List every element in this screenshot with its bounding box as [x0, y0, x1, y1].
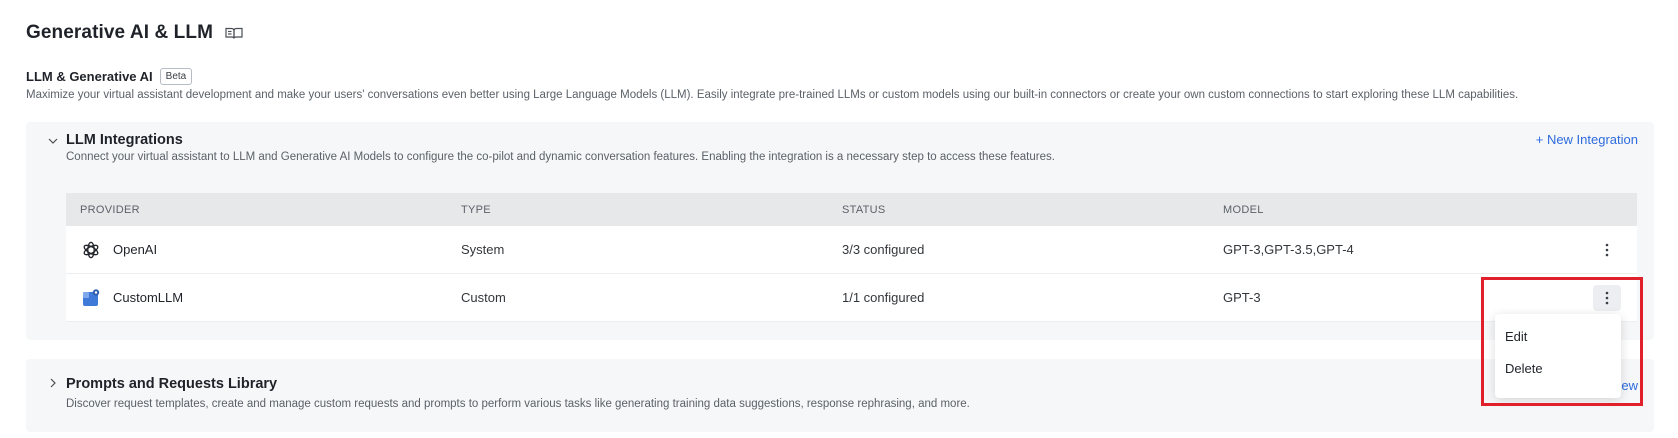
beta-badge: Beta: [159, 68, 193, 85]
model-cell: GPT-3: [1223, 290, 1261, 305]
llm-integrations-title[interactable]: LLM Integrations: [66, 132, 183, 148]
more-vertical-icon: [1605, 243, 1609, 256]
prompts-library-description: Discover request templates, create and m…: [66, 398, 970, 410]
chevron-down-icon[interactable]: [48, 136, 58, 146]
status-cell: 3/3 configured: [842, 242, 925, 257]
llm-integrations-description: Connect your virtual assistant to LLM an…: [66, 151, 1055, 163]
provider-cell: OpenAI: [80, 239, 157, 261]
integrations-table: PROVIDER TYPE STATUS MODEL OpenAI System…: [66, 193, 1637, 322]
openai-logo-icon: [80, 239, 102, 261]
highlight-box: [1481, 277, 1643, 406]
column-header-status: STATUS: [842, 203, 886, 216]
status-cell: 1/1 configured: [842, 290, 925, 305]
column-header-provider: PROVIDER: [80, 203, 140, 216]
column-header-type: TYPE: [461, 203, 491, 216]
provider-name: CustomLLM: [113, 290, 184, 305]
prompts-library-title[interactable]: Prompts and Requests Library: [66, 376, 277, 392]
custom-llm-icon: [80, 287, 102, 309]
model-cell: GPT-3,GPT-3.5,GPT-4: [1223, 242, 1354, 257]
llm-integrations-panel: LLM Integrations Connect your virtual as…: [26, 122, 1654, 340]
section-header: LLM & Generative AI Beta: [26, 68, 193, 85]
table-header: PROVIDER TYPE STATUS MODEL: [66, 193, 1637, 226]
table-row[interactable]: CustomLLM Custom 1/1 configured GPT-3: [66, 274, 1637, 322]
page-header: Generative AI & LLM: [26, 22, 243, 44]
type-cell: System: [461, 242, 505, 257]
book-open-icon[interactable]: [225, 26, 243, 40]
type-cell: Custom: [461, 290, 506, 305]
new-integration-link[interactable]: + New Integration: [1536, 132, 1638, 147]
row-actions-button[interactable]: [1593, 237, 1621, 263]
table-row[interactable]: OpenAI System 3/3 configured GPT-3,GPT-3…: [66, 226, 1637, 274]
provider-name: OpenAI: [113, 242, 158, 257]
prompts-library-panel: Prompts and Requests Library Discover re…: [26, 359, 1654, 432]
column-header-model: MODEL: [1223, 203, 1264, 216]
section-description: Maximize your virtual assistant developm…: [26, 89, 1519, 101]
chevron-right-icon[interactable]: [48, 378, 58, 388]
provider-cell: CustomLLM: [80, 287, 183, 309]
page-title: Generative AI & LLM: [26, 22, 214, 43]
section-title: LLM & Generative AI: [26, 69, 153, 84]
